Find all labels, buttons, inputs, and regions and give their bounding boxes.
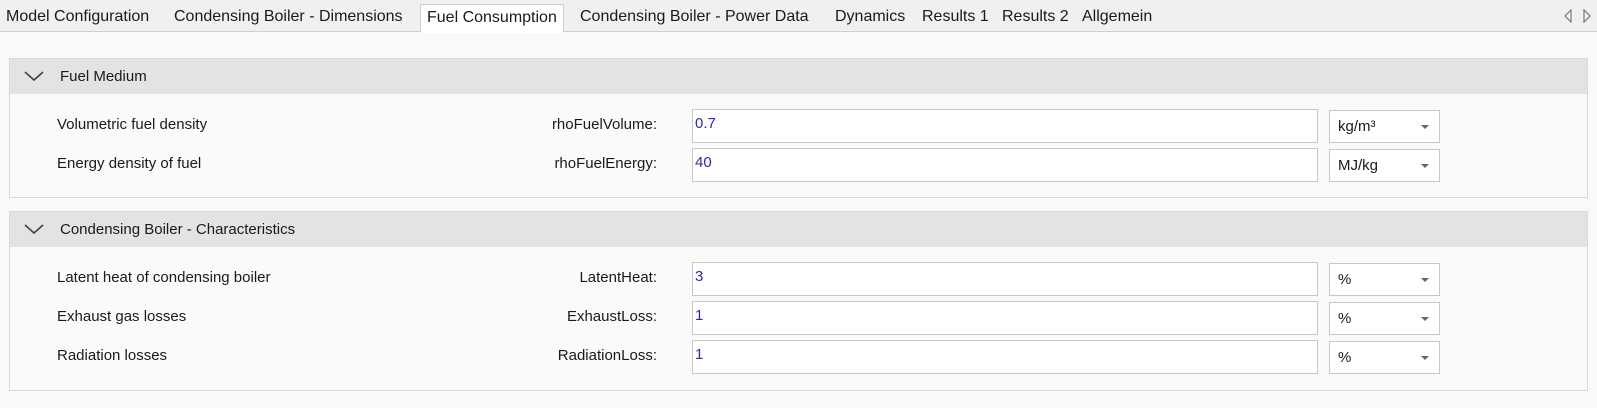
caret-down-icon	[1421, 125, 1429, 129]
param-row-rhofuelvolume: Volumetric fuel density rhoFuelVolume: 0…	[10, 109, 1587, 143]
value-input-rhofuelenergy[interactable]: 40	[692, 148, 1318, 182]
unit-label: %	[1338, 349, 1352, 366]
caret-down-icon	[1421, 164, 1429, 168]
tab-results-1[interactable]: Results 1	[916, 4, 995, 32]
unit-label: kg/m³	[1338, 118, 1376, 135]
caret-down-icon	[1421, 356, 1429, 360]
caret-down-icon	[1421, 278, 1429, 282]
param-name: rhoFuelVolume:	[551, 116, 657, 133]
unit-select-rhofuelenergy[interactable]: MJ/kg	[1329, 149, 1440, 182]
arrow-left-icon[interactable]	[1562, 9, 1574, 23]
param-row-radiationloss: Radiation losses RadiationLoss: 1 %	[10, 340, 1587, 374]
group-title: Fuel Medium	[60, 68, 147, 85]
tab-bar: Model Configuration Condensing Boiler - …	[0, 0, 1597, 33]
group-header-fuel-medium[interactable]: Fuel Medium	[10, 59, 1587, 94]
tab-dynamics[interactable]: Dynamics	[829, 4, 911, 32]
value-input-radiationloss[interactable]: 1	[692, 340, 1318, 374]
caret-down-icon	[1421, 317, 1429, 321]
param-name: LatentHeat:	[579, 269, 657, 286]
unit-select-rhofuelvolume[interactable]: kg/m³	[1329, 110, 1440, 143]
group-header-condensing-boiler-characteristics[interactable]: Condensing Boiler - Characteristics	[10, 212, 1587, 247]
group-condensing-boiler-characteristics: Condensing Boiler - Characteristics Late…	[9, 211, 1588, 391]
unit-select-latentheat[interactable]: %	[1329, 263, 1440, 296]
group-title: Condensing Boiler - Characteristics	[60, 221, 296, 238]
param-description: Latent heat of condensing boiler	[57, 269, 271, 286]
param-row-rhofuelenergy: Energy density of fuel rhoFuelEnergy: 40…	[10, 148, 1587, 182]
unit-label: %	[1338, 310, 1352, 327]
tab-model-configuration[interactable]: Model Configuration	[0, 4, 155, 32]
param-description: Energy density of fuel	[57, 155, 202, 172]
param-description: Exhaust gas losses	[57, 308, 187, 325]
chevron-down-icon[interactable]	[23, 69, 45, 83]
arrow-right-icon[interactable]	[1581, 9, 1593, 23]
unit-select-exhaustloss[interactable]: %	[1329, 302, 1440, 335]
tab-condensing-boiler-dimensions[interactable]: Condensing Boiler - Dimensions	[168, 4, 409, 32]
tab-allgemein[interactable]: Allgemein	[1076, 4, 1158, 32]
chevron-down-icon[interactable]	[23, 222, 45, 236]
unit-select-radiationloss[interactable]: %	[1329, 341, 1440, 374]
tab-condensing-boiler-power-data[interactable]: Condensing Boiler - Power Data	[574, 4, 815, 32]
param-name: RadiationLoss:	[557, 347, 657, 364]
value-input-latentheat[interactable]: 3	[692, 262, 1318, 296]
unit-label: MJ/kg	[1338, 157, 1379, 174]
param-row-latentheat: Latent heat of condensing boiler LatentH…	[10, 262, 1587, 296]
unit-label: %	[1338, 271, 1352, 288]
tab-fuel-consumption[interactable]: Fuel Consumption	[420, 4, 564, 33]
param-name: ExhaustLoss:	[566, 308, 657, 325]
tab-results-2[interactable]: Results 2	[996, 4, 1075, 32]
param-description: Volumetric fuel density	[57, 116, 208, 133]
value-input-exhaustloss[interactable]: 1	[692, 301, 1318, 335]
param-name: rhoFuelEnergy:	[554, 155, 657, 172]
param-description: Radiation losses	[57, 347, 168, 364]
param-row-exhaustloss: Exhaust gas losses ExhaustLoss: 1 %	[10, 301, 1587, 335]
value-input-rhofuelvolume[interactable]: 0.7	[692, 109, 1318, 143]
group-fuel-medium: Fuel Medium Volumetric fuel density rhoF…	[9, 58, 1588, 198]
